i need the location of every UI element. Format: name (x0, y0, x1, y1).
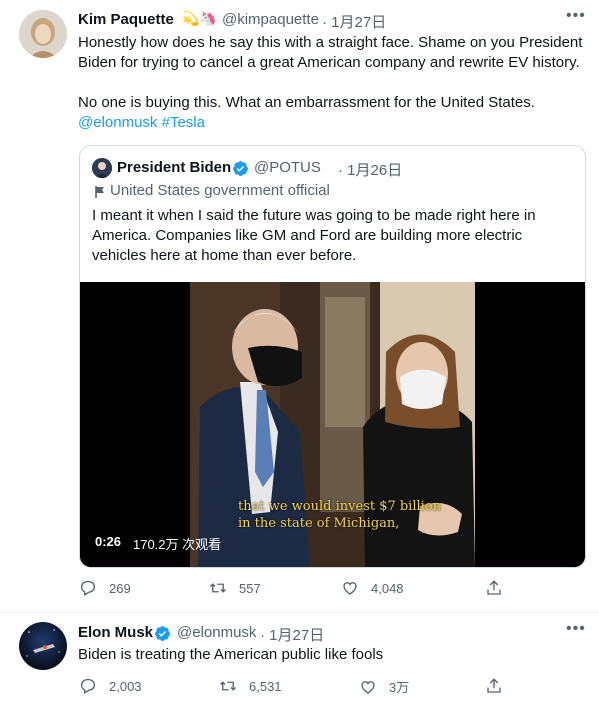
retweet-icon (220, 681, 236, 691)
more-button[interactable]: ••• (566, 620, 586, 638)
share-icon (487, 580, 501, 595)
avatar-kim-image (19, 10, 67, 58)
retweet-button[interactable]: 6,531 (219, 677, 282, 695)
more-button[interactable]: ••• (566, 7, 586, 25)
retweet-count: 557 (239, 580, 261, 596)
name-emoji: 💫🦄 (182, 10, 217, 26)
avatar-biden-image (92, 158, 112, 178)
flag-icon (95, 186, 104, 198)
avatar-biden[interactable] (92, 158, 112, 178)
like-icon (361, 680, 375, 694)
quoted-text-line: America. Companies like GM and Ford are … (92, 227, 523, 244)
video-time: 0:26 (95, 534, 122, 549)
tweet-text-line: No one is buying this. What an embarrass… (78, 94, 535, 111)
government-label: United States government official (110, 182, 330, 199)
video-player[interactable]: that we would invest $7 billion in the s… (80, 282, 585, 567)
avatar-elon-image (19, 622, 67, 670)
quoted-author-handle[interactable]: @POTUS (254, 159, 321, 176)
tweet-divider (0, 612, 599, 613)
quoted-date[interactable]: · 1月26日 (338, 159, 402, 180)
like-count: 3万 (389, 680, 410, 695)
video-caption-line: in the state of Michigan, (238, 516, 400, 531)
avatar-kim[interactable] (19, 10, 67, 58)
reply-count: 2,003 (109, 678, 142, 694)
tweet-text: Honestly how does he say this with a str… (78, 33, 593, 133)
hashtag-link[interactable]: #Tesla (162, 114, 205, 131)
more-icon: ••• (566, 620, 586, 637)
like-icon (343, 582, 357, 595)
share-button[interactable] (485, 579, 503, 597)
tweet-text: Biden is treating the American public li… (78, 646, 384, 663)
like-button[interactable]: 4,048 (341, 579, 404, 597)
share-icon (487, 678, 501, 693)
tweet-author-handle[interactable]: @elonmusk (177, 624, 256, 641)
verified-icon (233, 161, 248, 176)
tweet-author-handle[interactable]: @kimpaquette (222, 11, 319, 28)
quoted-text: I meant it when I said the future was go… (92, 206, 577, 266)
quoted-author-name[interactable]: President Biden (117, 159, 231, 176)
retweet-icon (210, 583, 226, 593)
verified-icon (155, 626, 170, 641)
video-caption: that we would invest $7 billion in the s… (238, 498, 458, 532)
tweet-text-line: Biden for trying to cancel a great Ameri… (78, 54, 580, 71)
tweet-text-line: Honestly how does he say this with a str… (78, 34, 583, 51)
quoted-text-line: vehicles here at home than ever before. (92, 247, 357, 264)
retweet-button[interactable]: 557 (209, 579, 261, 597)
reply-button[interactable]: 269 (79, 579, 131, 597)
reply-icon (80, 678, 96, 694)
like-button[interactable]: 3万 (359, 677, 409, 696)
tweet-author-name[interactable]: Elon Musk (78, 624, 153, 641)
reply-button[interactable]: 2,003 (79, 677, 142, 695)
reply-icon (80, 580, 96, 596)
video-views: 170.2万 次观看 (133, 537, 222, 552)
video-caption-line: that we would invest $7 billion (238, 499, 442, 514)
avatar-elon[interactable] (19, 622, 67, 670)
quoted-tweet[interactable]: President Biden @POTUS · 1月26日 United St… (79, 145, 586, 568)
tweet-author-name[interactable]: Kim Paquette (78, 11, 174, 28)
mention-link[interactable]: @elonmusk (78, 114, 157, 131)
like-count: 4,048 (371, 580, 404, 596)
tweet-date[interactable]: · 1月27日 (260, 624, 324, 645)
retweet-count: 6,531 (249, 678, 282, 694)
more-icon: ••• (566, 7, 586, 24)
share-button[interactable] (485, 677, 503, 695)
tweet-date[interactable]: · 1月27日 (322, 11, 386, 32)
reply-count: 269 (109, 580, 131, 596)
quoted-text-line: I meant it when I said the future was go… (92, 207, 536, 224)
